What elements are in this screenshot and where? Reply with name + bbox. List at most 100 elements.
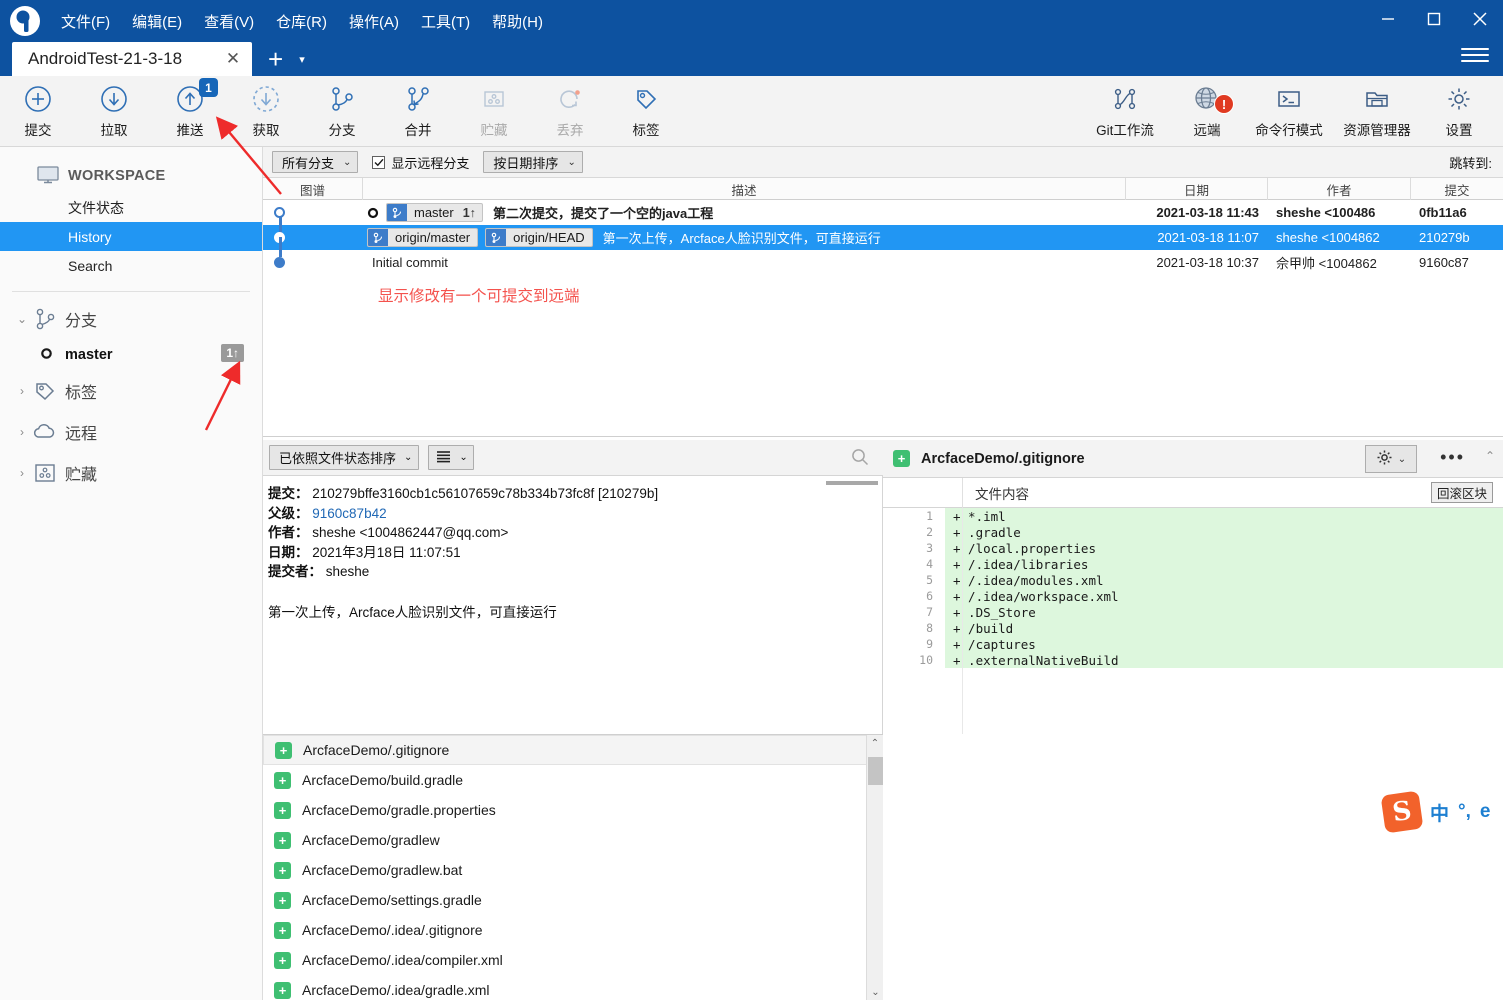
table-row[interactable]: master 1↑ 第二次提交，提交了一个空的java工程 2021-03-18… xyxy=(263,200,1503,237)
app-menu-hamburger-icon[interactable] xyxy=(1461,44,1489,66)
line-content: + .gradle xyxy=(945,524,1503,540)
branch-filter-dropdown[interactable]: 所有分支 ⌄ xyxy=(272,151,359,173)
menu-tools[interactable]: 工具(T) xyxy=(410,8,481,35)
column-header-date[interactable]: 日期 xyxy=(1126,178,1268,200)
list-item[interactable]: + ArcfaceDemo/settings.gradle xyxy=(263,885,883,915)
detail-key: 父级： xyxy=(268,505,309,521)
chevron-down-icon[interactable]: ⌄ xyxy=(14,312,30,326)
table-row[interactable]: origin/master origin/HEAD 第一次上传，Arcface人… xyxy=(263,225,1503,250)
ime-mode-label[interactable]: 中 xyxy=(1430,799,1449,826)
list-item[interactable]: + ArcfaceDemo/gradlew.bat xyxy=(263,855,883,885)
list-item[interactable]: + ArcfaceDemo/build.gradle xyxy=(263,765,883,795)
chevron-right-icon[interactable]: › xyxy=(14,466,30,480)
diff-settings-button[interactable]: ⌄ xyxy=(1365,445,1417,473)
toolbar-discard-button[interactable]: 丢弃 xyxy=(532,76,608,147)
column-header-description[interactable]: 描述 xyxy=(363,178,1126,200)
ime-extra-button[interactable]: e xyxy=(1480,801,1491,823)
menu-actions[interactable]: 操作(A) xyxy=(338,8,410,35)
sidebar-group-tags[interactable]: › 标签 xyxy=(0,370,262,411)
sort-order-dropdown[interactable]: 按日期排序 ⌄ xyxy=(483,151,583,173)
list-item[interactable]: + ArcfaceDemo/gradlew xyxy=(263,825,883,855)
toolbar-branch-button[interactable]: 分支 xyxy=(304,76,380,147)
file-path: ArcfaceDemo/build.gradle xyxy=(302,772,464,788)
ref-badge-origin-master[interactable]: origin/master xyxy=(367,228,479,247)
ime-punctuation-toggle[interactable]: °, xyxy=(1458,801,1471,823)
view-mode-dropdown[interactable]: ⌄ xyxy=(428,445,474,470)
line-content: + .externalNativeBuild xyxy=(945,652,1503,668)
sidebar-item-history[interactable]: History xyxy=(0,222,262,251)
chevron-right-icon[interactable]: › xyxy=(14,425,30,439)
sogou-logo-icon[interactable]: S xyxy=(1380,790,1424,834)
changed-files-list: + ArcfaceDemo/.gitignore + ArcfaceDemo/b… xyxy=(263,734,883,1000)
file-sort-dropdown[interactable]: 已依照文件状态排序 ⌄ xyxy=(269,445,420,470)
new-tab-icon[interactable]: + xyxy=(268,46,283,72)
scrollbar-thumb[interactable] xyxy=(868,757,883,785)
chevron-up-icon[interactable]: ⌃ xyxy=(1485,449,1495,463)
menu-help[interactable]: 帮助(H) xyxy=(481,8,554,35)
ref-badge-master[interactable]: master 1↑ xyxy=(386,203,483,222)
menu-view[interactable]: 查看(V) xyxy=(193,8,265,35)
maximize-button[interactable] xyxy=(1411,0,1457,38)
rollback-hunk-button[interactable]: 回滚区块 xyxy=(1430,482,1493,503)
tab-list-chevron-down-icon[interactable]: ▾ xyxy=(299,53,305,66)
branch-name-label: master xyxy=(65,346,113,363)
tab-strip: AndroidTest-21-3-18 ✕ + ▾ xyxy=(12,38,305,76)
tab-androidtest[interactable]: AndroidTest-21-3-18 ✕ xyxy=(12,42,252,76)
close-button[interactable] xyxy=(1457,0,1503,38)
list-item[interactable]: + ArcfaceDemo/.idea/gradle.xml xyxy=(263,975,883,1000)
toolbar-gitflow-button[interactable]: Git工作流 xyxy=(1081,76,1169,147)
column-header-graph[interactable]: 图谱 xyxy=(263,178,363,200)
ime-toolbar[interactable]: S 中 °, e xyxy=(1380,790,1491,834)
menu-edit[interactable]: 编辑(E) xyxy=(121,8,193,35)
column-header-author[interactable]: 作者 xyxy=(1268,178,1411,200)
ref-badge-origin-head[interactable]: origin/HEAD xyxy=(485,228,593,247)
detail-parent-link[interactable]: 9160c87b42 xyxy=(312,506,386,521)
search-icon[interactable] xyxy=(851,448,869,469)
show-remote-branches-checkbox[interactable]: 显示远程分支 xyxy=(372,153,469,172)
tag-icon xyxy=(631,84,661,114)
chevron-up-icon[interactable]: ⌃ xyxy=(867,735,883,752)
line-content: + /captures xyxy=(945,636,1503,652)
toolbar-settings-button[interactable]: 设置 xyxy=(1421,76,1497,147)
toolbar-stash-button[interactable]: 贮藏 xyxy=(456,76,532,147)
sidebar-branch-master[interactable]: master 1↑ xyxy=(0,339,262,370)
detail-scroll-thumb[interactable] xyxy=(826,481,878,485)
list-item[interactable]: + ArcfaceDemo/gradle.properties xyxy=(263,795,883,825)
line-content: + /build xyxy=(945,620,1503,636)
toolbar-fetch-button[interactable]: 获取 xyxy=(228,76,304,147)
toolbar-push-button[interactable]: 1 推送 xyxy=(152,76,228,147)
toolbar-explorer-button[interactable]: 资源管理器 xyxy=(1333,76,1421,147)
toolbar-commit-button[interactable]: 提交 xyxy=(0,76,76,147)
diff-line: 5 + /.idea/modules.xml xyxy=(883,572,1503,588)
sidebar-group-stashes[interactable]: › 贮藏 xyxy=(0,452,262,493)
toolbar-remote-button[interactable]: ! 远端 xyxy=(1169,76,1245,147)
table-row[interactable]: Initial commit 2021-03-18 10:37 佘甲帅 <100… xyxy=(263,237,1503,275)
file-path: ArcfaceDemo/gradlew xyxy=(302,832,440,848)
file-list-scrollbar[interactable]: ⌃ ⌄ xyxy=(866,735,883,1000)
list-item[interactable]: + ArcfaceDemo/.idea/.gitignore xyxy=(263,915,883,945)
tab-close-icon[interactable]: ✕ xyxy=(222,48,244,70)
commit-message: 第二次提交，提交了一个空的java工程 xyxy=(492,206,714,221)
toolbar-pull-button[interactable]: 拉取 xyxy=(76,76,152,147)
toolbar-terminal-button[interactable]: 命令行模式 xyxy=(1245,76,1333,147)
sidebar-item-file-status[interactable]: 文件状态 xyxy=(0,193,262,222)
chevron-right-icon[interactable]: › xyxy=(14,384,30,398)
ellipsis-icon[interactable]: ••• xyxy=(1440,448,1465,466)
sidebar-group-remotes[interactable]: › 远程 xyxy=(0,411,262,452)
commit-graph-cell xyxy=(263,237,363,275)
toolbar-merge-button[interactable]: 合并 xyxy=(380,76,456,147)
sidebar-group-branches[interactable]: ⌄ 分支 xyxy=(0,298,262,339)
line-content: + /local.properties xyxy=(945,540,1503,556)
list-item[interactable]: + ArcfaceDemo/.idea/compiler.xml xyxy=(263,945,883,975)
detail-value: 2021年3月18日 11:07:51 xyxy=(312,544,461,560)
menu-repository[interactable]: 仓库(R) xyxy=(265,8,338,35)
minimize-button[interactable] xyxy=(1365,0,1411,38)
list-item[interactable]: + ArcfaceDemo/.gitignore xyxy=(263,735,883,765)
commit-description-cell: origin/master origin/HEAD 第一次上传，Arcface人… xyxy=(363,228,1126,247)
sidebar-item-search[interactable]: Search xyxy=(0,251,262,280)
chevron-down-icon[interactable]: ⌄ xyxy=(867,984,883,1000)
plus-added-icon: + xyxy=(274,981,291,999)
column-header-commit[interactable]: 提交 xyxy=(1411,178,1503,200)
menu-file[interactable]: 文件(F) xyxy=(50,8,121,35)
toolbar-tag-button[interactable]: 标签 xyxy=(608,76,684,147)
